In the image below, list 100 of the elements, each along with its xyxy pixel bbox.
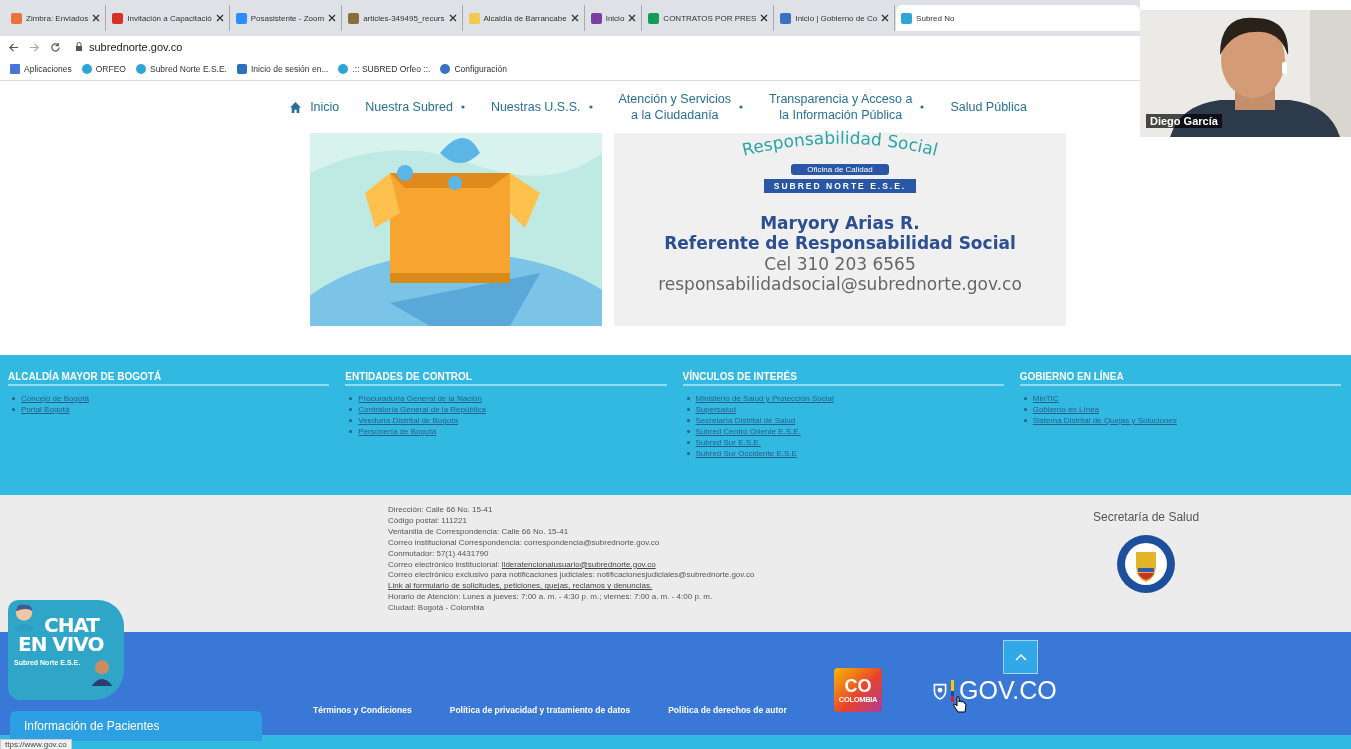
footer-link[interactable]: Subred Sur Occidente E.S.E — [695, 449, 797, 458]
nav-item[interactable]: Atención y Servicios a la Ciudadanía — [618, 90, 744, 124]
contact-line: Ciudad: Bogotá - Colombia — [388, 603, 486, 615]
column-heading: VÍNCULOS DE INTERÉS — [682, 371, 1004, 386]
bookmark[interactable]: Aplicaciones — [10, 64, 72, 74]
close-icon[interactable] — [448, 14, 457, 22]
close-icon[interactable] — [215, 14, 224, 22]
bookmark-icon — [237, 64, 247, 74]
patient-info-tab[interactable]: Información de Pacientes — [10, 711, 262, 741]
nav-item[interactable]: Inicio — [289, 98, 340, 116]
bookmark[interactable]: Subred Norte E.S.E. — [135, 64, 227, 74]
footer-link[interactable]: Personería de Bogotá — [358, 427, 437, 436]
close-icon[interactable] — [628, 14, 637, 22]
gov-logo[interactable]: GOV.CO — [959, 676, 1057, 705]
browser-tab[interactable]: Alcaldía de Barrancabe — [463, 5, 585, 31]
address-bar[interactable]: subrednorte.gov.co — [75, 41, 183, 53]
chevron-up-icon — [1014, 653, 1027, 661]
footer-link[interactable]: Subred Sur E.S.E. — [695, 438, 761, 447]
form-link[interactable]: Link al formulario de solicitudes, peticiones, quejas, reclamos y denuncias. — [388, 581, 653, 591]
close-icon[interactable] — [881, 14, 890, 22]
contact-line: Correo electrónico exclusivo para notificaciones judiciales: notificacionesjudiciales@subrednorte.gov.co — [388, 570, 756, 582]
footer-link[interactable]: Portal Bogotá — [21, 405, 70, 414]
browser-tab[interactable]: Inicio | Gobierno de Co — [775, 5, 896, 31]
footer-link[interactable]: Secretaría Distrital de Salud — [695, 416, 796, 425]
bullet-icon — [349, 430, 353, 433]
footer-link[interactable]: Gobierno en Línea — [1032, 405, 1100, 414]
back-icon[interactable] — [8, 41, 19, 53]
org-label: SUBRED NORTE E.S.E. — [763, 179, 917, 193]
footer-link[interactable]: Contraloría General de la República — [358, 405, 486, 414]
bookmark[interactable]: ORFEO — [81, 64, 126, 74]
bookmark-icon — [135, 64, 146, 74]
status-url: ttps://www.gov.co — [0, 739, 72, 749]
bullet-icon — [12, 408, 15, 411]
person-name: Maryory Arias R. — [760, 213, 920, 234]
nav-item[interactable]: Transparencia y Acceso a la Información Pública — [769, 90, 925, 124]
email-link[interactable]: lideratencionalusuario@subrednorte.gov.co — [501, 559, 656, 569]
bullet-icon — [1023, 419, 1027, 422]
person-role: Referente de Responsabilidad Social — [664, 233, 1016, 254]
bullet-icon — [686, 397, 690, 400]
browser-tab[interactable]: Subred No — [896, 5, 1140, 31]
contact-line: Código postal: 111221 — [388, 515, 468, 527]
bullet-icon — [349, 419, 353, 422]
office-label: Oficina de Calidad — [791, 164, 889, 175]
footer-link[interactable]: Concejo de Bogotá — [21, 394, 90, 403]
bookmark[interactable]: Inicio de sesión en... — [237, 64, 329, 74]
column-heading: GOBIERNO EN LÍNEA — [1019, 371, 1341, 386]
bookmark-icon — [81, 64, 92, 74]
nav-item[interactable]: Nuestra Subred — [365, 98, 465, 116]
bullet-icon — [686, 419, 690, 422]
footer-link[interactable]: Supersalud — [695, 405, 736, 414]
browser-tab[interactable]: articles-349495_recurs — [343, 5, 463, 31]
nav-item[interactable]: Nuestras U.S.S. — [490, 98, 593, 116]
nav-item[interactable]: Salud Pública — [950, 98, 1027, 116]
column-heading: ENTIDADES DE CONTROL — [345, 371, 667, 386]
bullet-icon — [686, 441, 690, 444]
browser-tab[interactable]: Inicio — [585, 5, 643, 31]
secretaria-title: Secretaría de Salud — [1093, 510, 1200, 524]
footer-link[interactable]: MinTIC — [1032, 394, 1059, 403]
close-icon[interactable] — [328, 14, 337, 22]
contact-line: Horario de Atención: Lunes a jueves: 7:00 a. m. - 4:30 p. m.; viernes: 7:00 a. m. - 4:00 p. m. — [388, 592, 714, 604]
close-icon[interactable] — [760, 14, 769, 22]
bullet-icon — [349, 408, 353, 411]
contact-line: Dirección: Calle 66 No. 15-41 — [388, 505, 494, 516]
email-address: responsabilidadsocial@subrednorte.gov.co — [658, 274, 1022, 295]
phone-number: Cel 310 203 6565 — [764, 253, 916, 275]
seal-icon — [1116, 534, 1177, 594]
bookmark-icon — [338, 64, 349, 74]
home-icon — [289, 100, 303, 114]
bullet-icon — [1023, 397, 1027, 400]
browser-tab[interactable]: Zimbra: Enviados — [6, 5, 107, 31]
footer-link[interactable]: Subred Centro Oriente E.S.E. — [695, 427, 801, 436]
footer-link[interactable]: Procuraduría General de la Nación — [358, 394, 482, 403]
footer-link[interactable]: Ministerio de Salud y Protección Social — [695, 394, 834, 403]
footer-link[interactable]: Sistema Distrital de Quejas y Soluciones — [1032, 416, 1177, 425]
footer-link[interactable]: Veeduría Distrital de Bogota — [358, 416, 458, 425]
footer-link[interactable]: Política de privacidad y tratamiento de datos — [449, 705, 631, 715]
contact-line: Ventanilla de Correspondencia: Calle 66 No. 15-41 — [388, 526, 570, 538]
bookmark-icon — [440, 64, 451, 74]
browser-tab[interactable]: CONTRATOS POR PRES — [643, 5, 775, 31]
participant-name: Diego García — [1146, 114, 1222, 128]
close-icon[interactable] — [570, 14, 579, 22]
column-heading: ALCALDÍA MAYOR DE BOGOTÁ — [8, 371, 330, 386]
reload-icon[interactable] — [50, 41, 61, 53]
bookmark[interactable]: .:: SUBRED Orfeo ::. — [338, 64, 431, 74]
shield-icon — [932, 681, 948, 700]
bookmark[interactable]: Configuración — [440, 64, 507, 74]
contact-line: Correo electrónico institucional: lideratencionalusuario@subrednorte.gov.co — [388, 559, 657, 571]
contact-line: Conmutador: 57(1) 4431790 — [388, 548, 490, 560]
bullet-icon — [349, 397, 353, 400]
footer-link[interactable]: Términos y Condiciones — [313, 705, 412, 715]
browser-tab[interactable]: Invitación a Capacitació — [107, 5, 230, 31]
bullet-icon — [1023, 408, 1027, 411]
footer-link[interactable]: Política de derechos de autor — [668, 705, 787, 715]
flag-stripe — [951, 679, 954, 702]
browser-tab[interactable]: Posasistente - Zoom — [230, 5, 343, 31]
lock-icon — [75, 42, 83, 52]
contact-line: Correo institucional Correspondencia: correspondencia@subrednorte.gov.co — [388, 537, 661, 549]
bookmark-icon — [10, 64, 20, 74]
close-icon[interactable] — [92, 14, 101, 22]
bullet-icon — [686, 452, 690, 455]
